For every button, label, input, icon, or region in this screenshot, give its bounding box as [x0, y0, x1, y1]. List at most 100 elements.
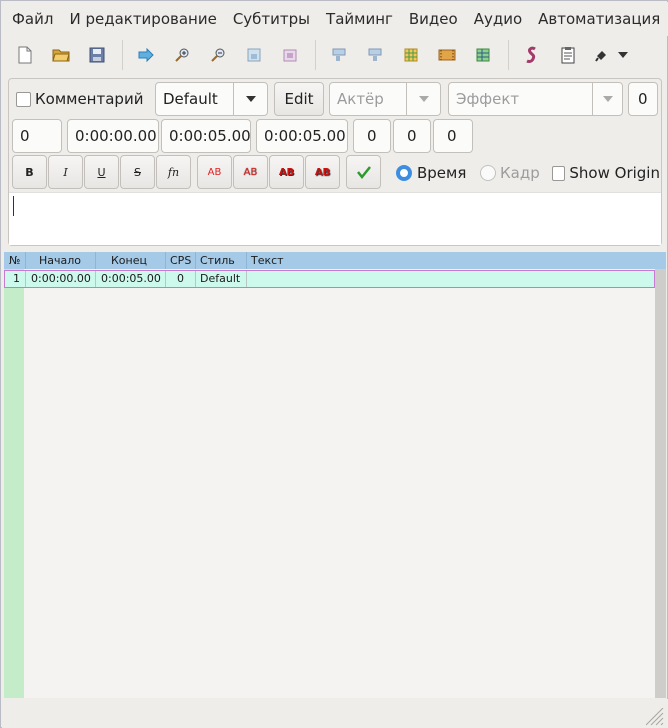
effect-placeholder: Эффект: [456, 90, 520, 108]
save-icon: [89, 47, 105, 63]
chevron-down-icon: [618, 52, 628, 58]
subtitles-grid[interactable]: № Начало Конец CPS Стиль Текст 1 0:00:00…: [4, 252, 666, 698]
menubar: Файл И редактирование Субтитры Тайминг В…: [2, 2, 668, 36]
app-window: Файл И редактирование Субтитры Тайминг В…: [0, 0, 668, 728]
toolbar-separator: [508, 40, 509, 70]
styles-icon: [526, 46, 536, 63]
show-original-checkbox-box[interactable]: [552, 165, 566, 181]
end-time-field[interactable]: 0:00:05.00: [161, 119, 251, 153]
resize-grip-icon[interactable]: [646, 708, 664, 726]
grid-header: № Начало Конец CPS Стиль Текст: [4, 252, 666, 269]
margin-left-field[interactable]: 0: [353, 119, 391, 153]
effect-combo[interactable]: Эффект: [448, 82, 623, 116]
comment-label: Комментарий: [35, 90, 144, 108]
comment-checkbox[interactable]: Комментарий: [16, 90, 143, 108]
actor-combo[interactable]: Актёр: [329, 82, 441, 116]
row-end: 0:00:05.00: [96, 271, 166, 287]
menu-edit[interactable]: И редактирование: [61, 10, 224, 28]
header-start[interactable]: Начало: [26, 252, 96, 269]
style-combo[interactable]: Default: [155, 82, 268, 116]
zoom-in-button[interactable]: [167, 40, 197, 70]
snapshot-button[interactable]: [239, 40, 269, 70]
tools-dropdown-button[interactable]: [589, 40, 633, 70]
video-details-button[interactable]: [432, 40, 462, 70]
commit-button[interactable]: [346, 155, 381, 189]
italic-icon: I: [63, 165, 68, 179]
frame-radio[interactable]: Кадр: [480, 164, 540, 182]
secondary-color-button[interactable]: AB: [233, 155, 268, 189]
styles-manager-button[interactable]: [517, 40, 547, 70]
edit-style-button[interactable]: Edit: [274, 82, 324, 116]
italic-button[interactable]: I: [48, 155, 83, 189]
start-time-field[interactable]: 0:00:00.00: [67, 119, 159, 153]
underline-icon: U: [97, 165, 106, 179]
zoom-out-button[interactable]: [203, 40, 233, 70]
menu-video[interactable]: Видео: [401, 10, 466, 28]
new-file-button[interactable]: [10, 40, 40, 70]
row-label-strip: [4, 269, 24, 698]
open-folder-icon: [52, 49, 70, 62]
shift-times-icon: [332, 48, 346, 61]
header-style[interactable]: Стиль: [196, 252, 247, 269]
actor-dropdown-arrow[interactable]: [406, 83, 440, 115]
grid-scrollbar[interactable]: [655, 269, 666, 698]
timing-grid-button[interactable]: [468, 40, 498, 70]
style-dropdown-arrow[interactable]: [233, 83, 267, 115]
font-icon: fn: [167, 165, 180, 179]
font-button[interactable]: fn: [156, 155, 191, 189]
show-original-checkbox[interactable]: Show Origin: [552, 164, 660, 182]
menu-timing[interactable]: Тайминг: [318, 10, 401, 28]
tools-dropdown-icon: [595, 51, 606, 62]
row-start: 0:00:00.00: [26, 271, 96, 287]
time-radio[interactable]: Время: [396, 164, 466, 182]
style-value: Default: [163, 90, 218, 108]
bold-button[interactable]: B: [12, 155, 47, 189]
bold-icon: B: [25, 165, 34, 179]
outline-color-button[interactable]: AB: [269, 155, 304, 189]
subtitle-text-area[interactable]: [9, 192, 661, 245]
open-file-button[interactable]: [46, 40, 76, 70]
shift-up-button[interactable]: [360, 40, 390, 70]
strikeout-button[interactable]: S: [120, 155, 155, 189]
time-radio-label: Время: [417, 164, 467, 182]
save-button[interactable]: [82, 40, 112, 70]
sort-button[interactable]: [396, 40, 426, 70]
header-text[interactable]: Текст: [247, 252, 284, 269]
strikeout-icon: S: [134, 165, 141, 179]
status-bar: [2, 699, 668, 728]
jump-to-icon: [138, 48, 154, 62]
menu-subtitles[interactable]: Субтитры: [225, 10, 318, 28]
zoom-in-icon: [175, 48, 189, 62]
jump-to-button[interactable]: [131, 40, 161, 70]
menu-automation[interactable]: Автоматизация: [530, 10, 668, 28]
toolbar: [2, 36, 668, 74]
snapshot-icon: [247, 48, 261, 62]
time-radio-indicator[interactable]: [396, 165, 412, 181]
shadow-color-button[interactable]: AB: [305, 155, 340, 189]
actor-placeholder: Актёр: [337, 90, 384, 108]
menu-audio[interactable]: Аудио: [466, 10, 530, 28]
shift-up-icon: [368, 48, 382, 61]
shift-times-button[interactable]: [324, 40, 354, 70]
layer-field[interactable]: 0: [12, 119, 62, 153]
header-end[interactable]: Конец: [96, 252, 166, 269]
new-file-icon: [18, 46, 32, 64]
table-row[interactable]: 1 0:00:00.00 0:00:05.00 0 Default: [4, 270, 655, 288]
properties-button[interactable]: [553, 40, 583, 70]
effect-dropdown-arrow[interactable]: [592, 83, 622, 115]
snapshot-copy-button[interactable]: [275, 40, 305, 70]
show-original-label: Show Origin: [569, 164, 660, 182]
primary-color-button[interactable]: AB: [197, 155, 232, 189]
toolbar-separator: [315, 40, 316, 70]
comment-checkbox-box[interactable]: [16, 91, 31, 107]
margin-vertical-field[interactable]: 0: [433, 119, 473, 153]
margin-right-field[interactable]: 0: [393, 119, 431, 153]
header-cps[interactable]: CPS: [166, 252, 196, 269]
toolbar-separator: [122, 40, 123, 70]
menu-file[interactable]: Файл: [2, 10, 61, 28]
frame-radio-indicator[interactable]: [480, 165, 496, 181]
header-number[interactable]: №: [4, 252, 26, 269]
underline-button[interactable]: U: [84, 155, 119, 189]
duration-field[interactable]: 0:00:05.00: [256, 119, 348, 153]
margin-field[interactable]: 0: [628, 82, 658, 116]
